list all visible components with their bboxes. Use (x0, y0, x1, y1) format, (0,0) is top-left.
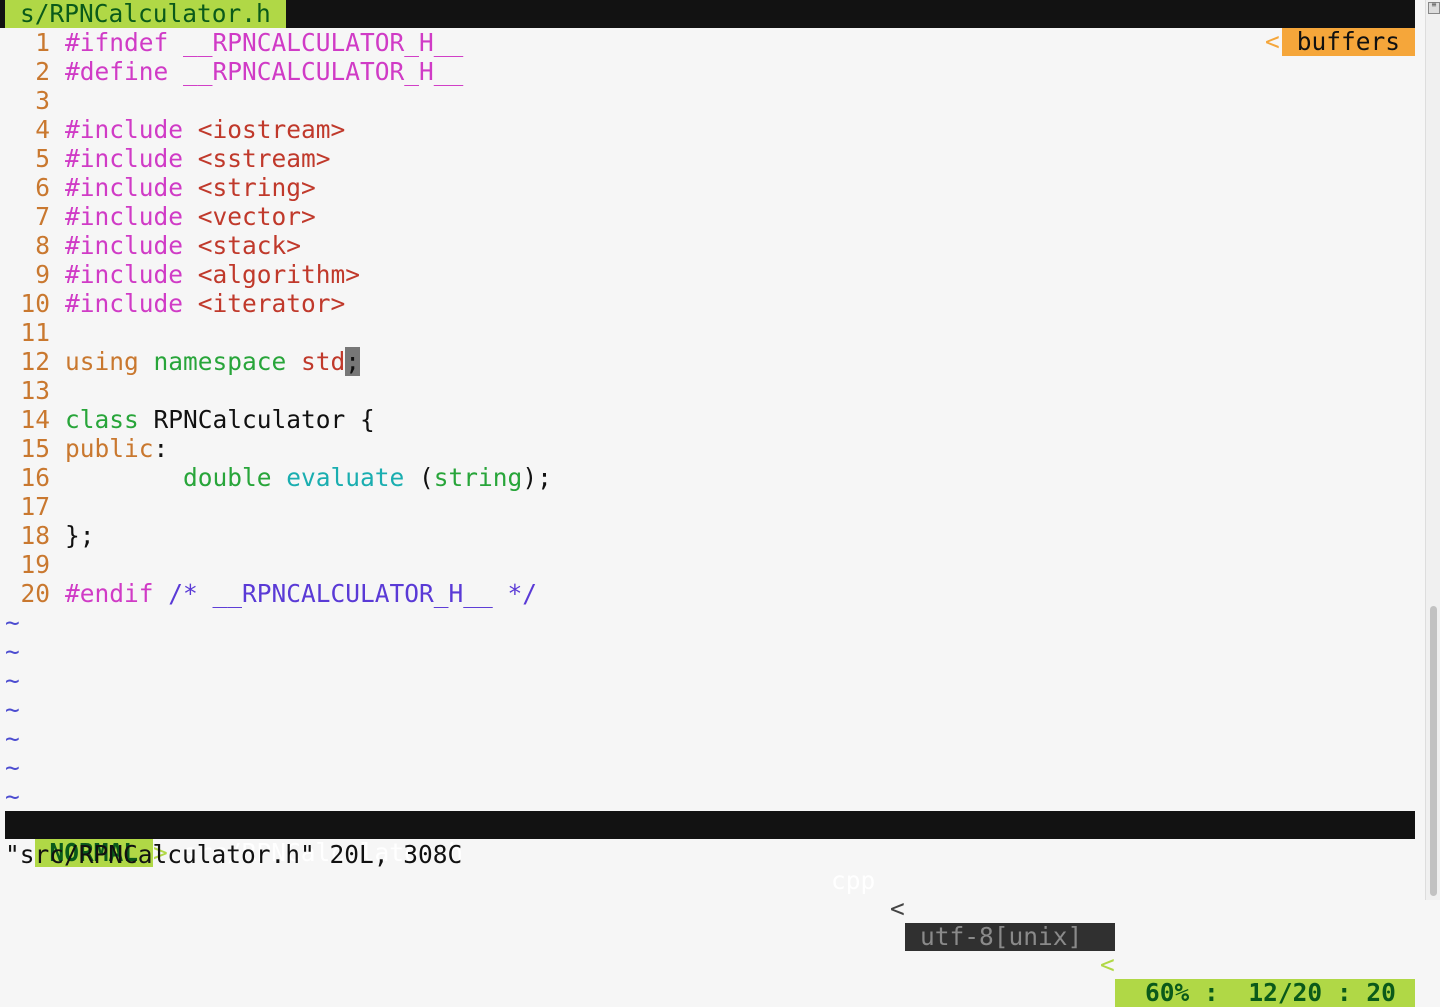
empty-line-tilde: ~ (5, 666, 20, 695)
line-number: 1 (35, 28, 50, 57)
code-line: 1 #ifndef __RPNCALCULATOR_H__ (5, 28, 463, 57)
status-separator: < (890, 894, 905, 923)
code-line: 18}; (5, 521, 95, 550)
token-func: evaluate (286, 463, 420, 492)
token-type: string (433, 463, 523, 492)
cursor: ; (345, 347, 361, 376)
scrollbar-thumb[interactable] (1430, 606, 1437, 896)
line-number: 11 (20, 318, 50, 347)
code-line: 19 (5, 550, 65, 579)
line-number: 14 (20, 405, 50, 434)
token-preproc: #ifndef __RPNCALCULATOR_H__ (65, 28, 464, 57)
code-line: 16 double evaluate (string); (5, 463, 552, 492)
token-include: <string> (197, 173, 316, 202)
token-comment: /* __RPNCALCULATOR_H__ */ (168, 579, 538, 608)
code-line: 9 #include <algorithm> (5, 260, 360, 289)
status-colon: : (1204, 978, 1219, 1007)
line-number: 2 (35, 57, 50, 86)
code-line: 4 #include <iostream> (5, 115, 345, 144)
token-statement: public (65, 434, 154, 463)
token-include: <algorithm> (197, 260, 361, 289)
line-number: 3 (35, 86, 50, 115)
token-preproc: #include (65, 115, 198, 144)
code-line: 15 public: (5, 434, 168, 463)
line-number: 16 (20, 463, 50, 492)
line-number: 18 (20, 521, 50, 550)
line-number: 4 (35, 115, 50, 144)
line-number: 10 (20, 289, 50, 318)
token-preproc: #include (65, 289, 198, 318)
token-type: class (65, 405, 154, 434)
status-position: 60% : 12/20 : 20 (1115, 979, 1415, 1007)
line-number: 5 (35, 144, 50, 173)
code-line: 20 #endif /* __RPNCALCULATOR_H__ */ (5, 579, 537, 608)
code-line: 5 #include <sstream> (5, 144, 331, 173)
code-line: 14 class RPNCalculator { (5, 405, 375, 434)
tabline: s/RPNCalculator.h < buffers (0, 0, 1415, 56)
code-line: 13 (5, 376, 65, 405)
code-line: 17 (5, 492, 65, 521)
empty-line-tilde: ~ (5, 637, 20, 666)
token-type: double (65, 463, 287, 492)
code-line: 10 #include <iterator> (5, 289, 345, 318)
code-line: 8 #include <stack> (5, 231, 301, 260)
token-include: <iostream> (197, 115, 346, 144)
token-include: <vector> (197, 202, 316, 231)
token-preproc: #include (65, 231, 198, 260)
code-line: 6 #include <string> (5, 173, 316, 202)
status-encoding: utf-8[unix] (905, 923, 1115, 951)
empty-line-tilde: ~ (5, 782, 20, 811)
tab-current-file[interactable]: s/RPNCalculator.h (5, 0, 286, 28)
code-line: 11 (5, 318, 65, 347)
token-normal: ( (419, 463, 434, 492)
token-statement: using (65, 347, 154, 376)
token-preproc: #endif (65, 579, 169, 608)
token-ident: std (301, 347, 346, 376)
scrollbar[interactable]: ≡ (1425, 0, 1440, 900)
token-normal: : (153, 434, 169, 463)
code-line: 7 #include <vector> (5, 202, 316, 231)
tabline-right: < buffers (1206, 0, 1415, 56)
status-filetype: cpp (831, 866, 876, 895)
token-normal: RPNCalculator { (153, 405, 375, 434)
empty-line-tilde: ~ (5, 724, 20, 753)
token-preproc: #include (65, 173, 198, 202)
line-number: 6 (35, 173, 50, 202)
empty-line-tilde: ~ (5, 608, 20, 637)
line-number: 13 (20, 376, 50, 405)
token-include: <sstream> (197, 144, 331, 173)
line-number: 17 (20, 492, 50, 521)
token-preproc: #include (65, 202, 198, 231)
status-colon: : (1336, 978, 1352, 1007)
token-include: <stack> (197, 231, 302, 260)
token-preproc: #include (65, 260, 198, 289)
line-number: 12 (20, 347, 50, 376)
token-normal: }; (65, 521, 95, 550)
line-number: 8 (35, 231, 50, 260)
code-line: 12 using namespace std; (5, 347, 361, 376)
token-type: namespace (153, 347, 302, 376)
status-column: 20 (1366, 978, 1396, 1007)
statusline: NORMAL > src/RPNCalculator.h cpp < utf-8[u… (5, 811, 1415, 1007)
buffers-label[interactable]: buffers (1281, 28, 1415, 56)
empty-line-tilde: ~ (5, 753, 20, 782)
status-percent: 60% (1145, 978, 1190, 1007)
line-number: 15 (20, 434, 50, 463)
token-preproc: #include (65, 144, 198, 173)
token-preproc: #define __RPNCALCULATOR_H__ (65, 57, 464, 86)
status-line: 12/20 (1248, 978, 1323, 1007)
line-number: 19 (20, 550, 50, 579)
split-icon[interactable]: ≡ (1428, 1, 1440, 14)
code-line: 3 (5, 86, 65, 115)
command-line-message: "src/RPNCalculator.h" 20L, 308C (5, 840, 463, 869)
code-line: 2 #define __RPNCALCULATOR_H__ (5, 57, 463, 86)
status-separator: < (1100, 950, 1115, 979)
line-number: 7 (35, 202, 50, 231)
tabline-separator: < (1264, 27, 1280, 56)
empty-line-tilde: ~ (5, 695, 20, 724)
line-number: 20 (20, 579, 50, 608)
line-number: 9 (35, 260, 50, 289)
token-include: <iterator> (197, 289, 346, 318)
token-normal: ); (522, 463, 552, 492)
